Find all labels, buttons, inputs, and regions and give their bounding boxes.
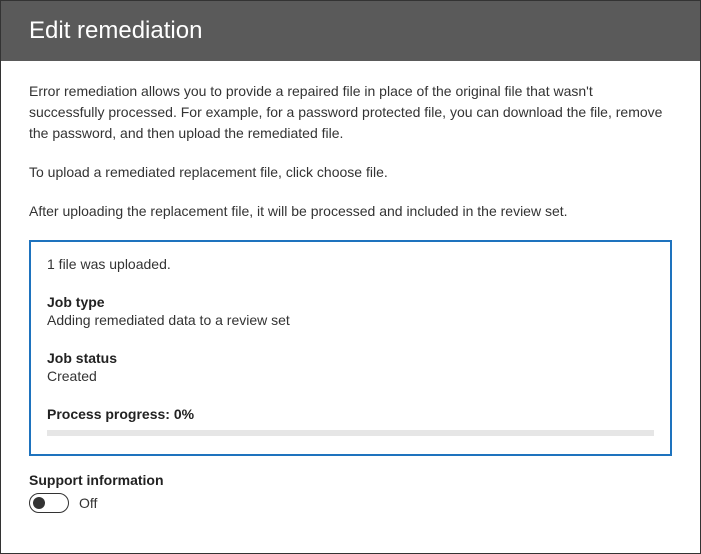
panel-content: Error remediation allows you to provide … xyxy=(1,61,700,533)
job-type-label: Job type xyxy=(47,294,654,310)
support-title: Support information xyxy=(29,472,672,488)
page-title: Edit remediation xyxy=(29,17,202,44)
description-para-2: To upload a remediated replacement file,… xyxy=(29,162,672,183)
panel-header: Edit remediation xyxy=(1,1,700,61)
description-para-3: After uploading the replacement file, it… xyxy=(29,201,672,222)
toggle-knob xyxy=(33,497,45,509)
support-toggle-row: Off xyxy=(29,493,672,513)
progress-label: Process progress: 0% xyxy=(47,406,654,422)
support-toggle-label: Off xyxy=(79,495,97,511)
job-status-label: Job status xyxy=(47,350,654,366)
job-status-value: Created xyxy=(47,368,654,384)
progress-bar xyxy=(47,430,654,436)
description-para-1: Error remediation allows you to provide … xyxy=(29,81,672,144)
support-toggle[interactable] xyxy=(29,493,69,513)
job-type-value: Adding remediated data to a review set xyxy=(47,312,654,328)
support-section: Support information Off xyxy=(29,472,672,513)
upload-status-message: 1 file was uploaded. xyxy=(47,256,654,272)
status-box: 1 file was uploaded. Job type Adding rem… xyxy=(29,240,672,456)
